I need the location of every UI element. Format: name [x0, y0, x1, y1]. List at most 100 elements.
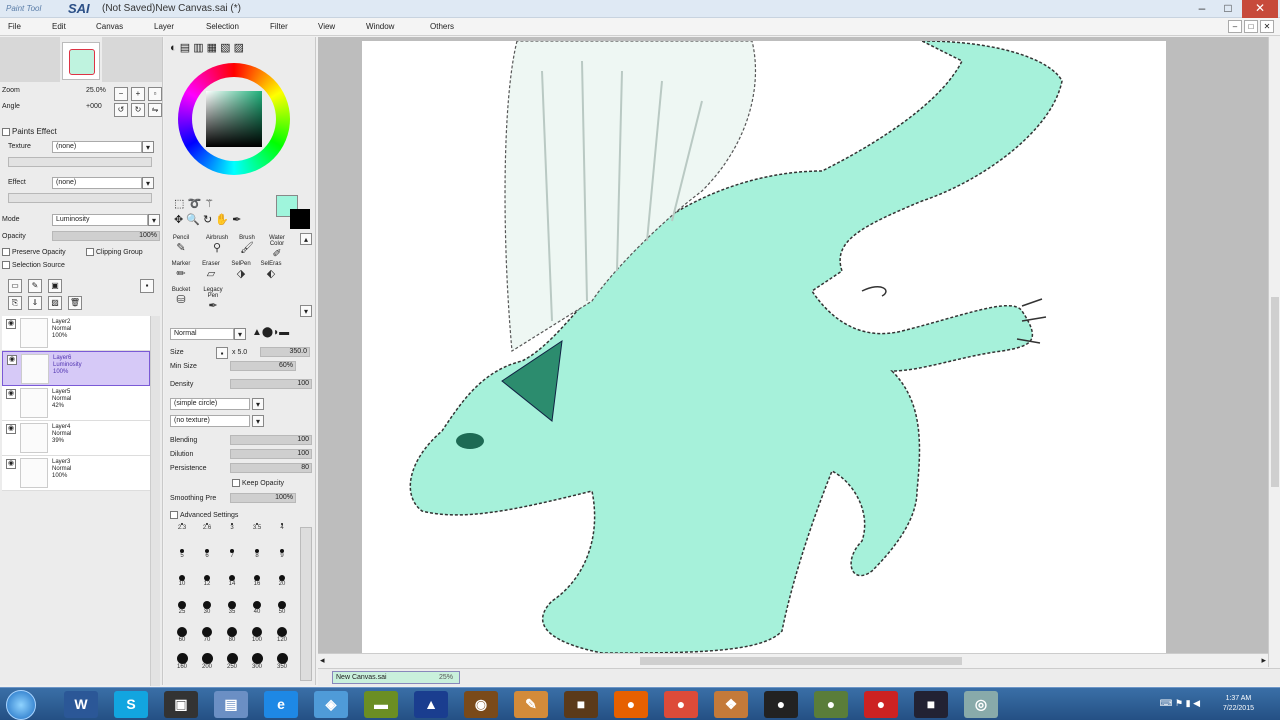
- taskbar-app-icon[interactable]: ●: [614, 691, 648, 718]
- layer-menu-icon[interactable]: ▪: [140, 279, 154, 293]
- mdi-close-icon[interactable]: ✕: [1260, 20, 1274, 33]
- mode-dropdown[interactable]: Luminosity: [52, 214, 148, 226]
- smoothing-slider[interactable]: 100%: [230, 493, 296, 503]
- layer-item[interactable]: ◉ Layer2 Normal 100%: [2, 316, 150, 351]
- taskbar-app-icon[interactable]: S: [114, 691, 148, 718]
- taskbar-app-icon[interactable]: ◉: [464, 691, 498, 718]
- menu-window[interactable]: Window: [366, 22, 394, 31]
- horizontal-scrollbar[interactable]: ◂ ▸: [318, 653, 1268, 667]
- size-preset-cell[interactable]: 350: [270, 653, 294, 671]
- size-preset-cell[interactable]: 120: [270, 627, 294, 645]
- layer-visibility-icon[interactable]: ◉: [6, 424, 16, 434]
- tool-marker[interactable]: Marker ✏: [168, 261, 194, 280]
- size-preset-cell[interactable]: 10: [170, 575, 194, 593]
- preserve-opacity-option[interactable]: Preserve Opacity: [2, 248, 66, 260]
- start-button[interactable]: [6, 690, 36, 720]
- size-preset-cell[interactable]: 250: [220, 653, 244, 671]
- size-preset-cell[interactable]: 20: [270, 575, 294, 593]
- selection-source-checkbox[interactable]: [2, 261, 10, 269]
- size-preset-cell[interactable]: 160: [170, 653, 194, 671]
- brush-texture-dropdown[interactable]: (no texture): [170, 415, 250, 427]
- flag-icon[interactable]: ⚑: [1175, 698, 1183, 708]
- size-preset-cell[interactable]: 7: [220, 549, 244, 567]
- angle-value[interactable]: +000: [86, 103, 102, 110]
- size-preset-cell[interactable]: 2.6: [195, 523, 219, 541]
- menu-selection[interactable]: Selection: [206, 22, 239, 31]
- new-layer-icon[interactable]: ▭: [8, 279, 22, 293]
- taskbar-app-icon[interactable]: ◎: [964, 691, 998, 718]
- size-preset-cell[interactable]: 6: [195, 549, 219, 567]
- size-preset-cell[interactable]: 8: [245, 549, 269, 567]
- size-preset-cell[interactable]: 5: [170, 549, 194, 567]
- scroll-left-icon[interactable]: ◂: [320, 655, 325, 666]
- menu-canvas[interactable]: Canvas: [96, 22, 123, 31]
- palette-tab-icon[interactable]: ▦: [207, 42, 217, 54]
- min-size-slider[interactable]: 60%: [230, 361, 296, 371]
- opacity-slider[interactable]: 100%: [52, 231, 160, 241]
- rect-select-icon[interactable]: ⬚: [174, 198, 184, 210]
- zoom-out-icon[interactable]: −: [114, 87, 128, 101]
- size-preset-cell[interactable]: 2.3: [170, 523, 194, 541]
- tip-soft-icon[interactable]: ⬤: [262, 327, 273, 338]
- taskbar-app-icon[interactable]: ▣: [164, 691, 198, 718]
- texture-dropdown[interactable]: (none): [52, 141, 142, 153]
- size-multiplier[interactable]: x 5.0: [232, 349, 247, 361]
- menu-filter[interactable]: Filter: [270, 22, 288, 31]
- taskbar-app-icon[interactable]: e: [264, 691, 298, 718]
- rotate-right-icon[interactable]: ↻: [131, 103, 145, 117]
- color-wheel-tab-icon[interactable]: ◐: [170, 42, 177, 54]
- taskbar-app-icon[interactable]: ❖: [714, 691, 748, 718]
- size-preset-cell[interactable]: 16: [245, 575, 269, 593]
- background-color-swatch[interactable]: [290, 209, 310, 229]
- size-multiplier-icon[interactable]: ▪: [216, 347, 228, 359]
- size-preset-cell[interactable]: 4: [270, 523, 294, 541]
- rgb-slider-tab-icon[interactable]: ▤: [180, 42, 190, 54]
- taskbar-app-icon[interactable]: ●: [664, 691, 698, 718]
- layer-item[interactable]: ◉ Layer5 Normal 42%: [2, 386, 150, 421]
- minimize-button[interactable]: –: [1190, 0, 1214, 18]
- size-preset-cell[interactable]: 200: [195, 653, 219, 671]
- clipping-group-option[interactable]: Clipping Group: [86, 248, 143, 260]
- size-preset-cell[interactable]: 40: [245, 601, 269, 619]
- size-preset-cell[interactable]: 35: [220, 601, 244, 619]
- taskbar-app-icon[interactable]: ▲: [414, 691, 448, 718]
- texture-dropdown-arrow-icon[interactable]: ▾: [142, 141, 154, 153]
- tool-selpen[interactable]: SelPen ⬗: [228, 261, 254, 280]
- effect-dropdown[interactable]: (none): [52, 177, 142, 189]
- layer-item-selected[interactable]: ◉ Layer6 Luminosity 100%: [2, 351, 150, 386]
- navigator-viewport[interactable]: [69, 49, 95, 75]
- mode-dropdown-arrow-icon[interactable]: ▾: [148, 214, 160, 226]
- layer-list-scrollbar[interactable]: [150, 316, 160, 686]
- menu-edit[interactable]: Edit: [52, 22, 66, 31]
- dilution-slider[interactable]: 100: [230, 449, 312, 459]
- hand-icon[interactable]: ✋: [215, 214, 229, 226]
- layer-item[interactable]: ◉ Layer4 Normal 39%: [2, 421, 150, 456]
- merge-down-icon[interactable]: ⇓: [28, 296, 42, 310]
- saturation-value-square[interactable]: [206, 91, 262, 147]
- taskbar-app-icon[interactable]: W: [64, 691, 98, 718]
- taskbar-app-icon[interactable]: ■: [564, 691, 598, 718]
- size-preset-cell[interactable]: 9: [270, 549, 294, 567]
- size-preset-cell[interactable]: 30: [195, 601, 219, 619]
- menu-layer[interactable]: Layer: [154, 22, 174, 31]
- rotate-left-icon[interactable]: ↺: [114, 103, 128, 117]
- brush-shape-arrow-icon[interactable]: ▾: [252, 398, 264, 410]
- tool-pencil[interactable]: Pencil ✎: [168, 235, 194, 254]
- taskbar-app-icon[interactable]: ■: [914, 691, 948, 718]
- effect-dropdown-arrow-icon[interactable]: ▾: [142, 177, 154, 189]
- size-preset-cell[interactable]: 100: [245, 627, 269, 645]
- menu-view[interactable]: View: [318, 22, 335, 31]
- taskbar-app-icon[interactable]: ▬: [364, 691, 398, 718]
- layer-visibility-icon[interactable]: ◉: [6, 459, 16, 469]
- hsv-slider-tab-icon[interactable]: ▥: [193, 42, 203, 54]
- tool-scroll-up-icon[interactable]: ▴: [300, 233, 312, 245]
- menu-others[interactable]: Others: [430, 22, 454, 31]
- blend-mode-arrow-icon[interactable]: ▾: [234, 328, 246, 340]
- size-preset-scrollbar[interactable]: [300, 527, 312, 681]
- drawing-canvas[interactable]: [362, 41, 1166, 653]
- taskbar-app-icon[interactable]: ✎: [514, 691, 548, 718]
- tool-eraser[interactable]: Eraser ▱: [198, 261, 224, 280]
- tool-legacy-pen[interactable]: Legacy Pen ✒: [200, 287, 226, 312]
- size-preset-cell[interactable]: 25: [170, 601, 194, 619]
- color-wheel[interactable]: [178, 63, 290, 175]
